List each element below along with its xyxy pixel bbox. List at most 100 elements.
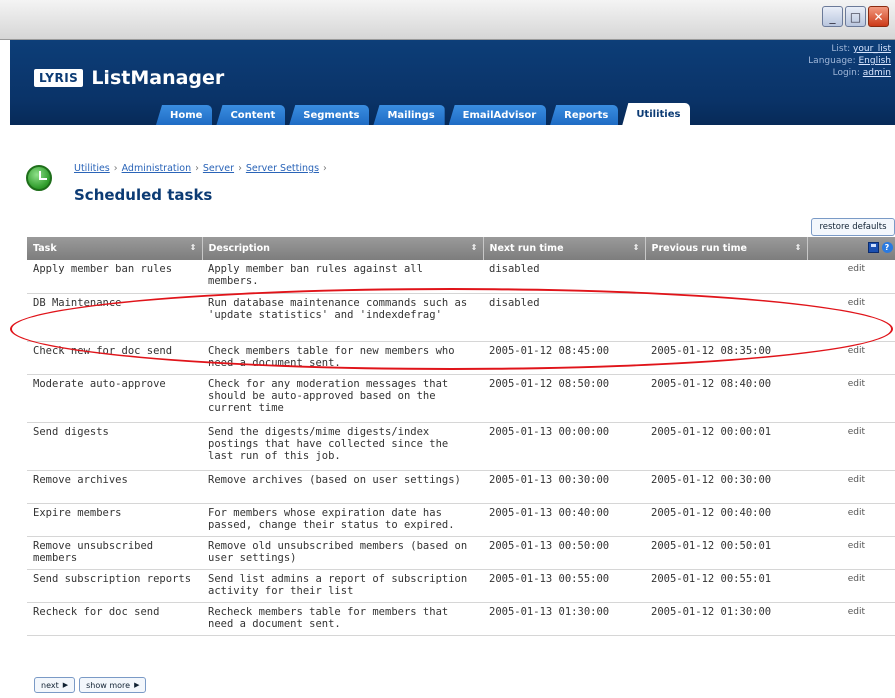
edit-link[interactable]: edit [848, 427, 865, 437]
task-name: Send subscription reports [27, 569, 202, 603]
window-controls: _ □ ✕ [822, 6, 889, 27]
next-run-time: 2005-01-13 00:00:00 [483, 422, 645, 471]
edit-cell: edit [807, 293, 895, 342]
column-header-task[interactable]: Task ⇕ [27, 237, 203, 260]
sort-icon[interactable]: ⇕ [633, 243, 640, 252]
table-row: Check new for doc send Check members tabl… [27, 341, 895, 375]
task-description: Recheck members table for members that n… [202, 602, 483, 636]
tab-reports[interactable]: Reports [550, 105, 619, 125]
task-description: Run database maintenance commands such a… [202, 293, 483, 342]
table-row: Remove unsubscribed members Remove old un… [27, 536, 895, 570]
app-header: LYRIS ListManager List: your_list Langua… [10, 40, 895, 125]
page-title: Scheduled tasks [74, 186, 213, 204]
tab-home[interactable]: Home [156, 105, 213, 125]
breadcrumb-administration[interactable]: Administration [122, 163, 192, 174]
app-logo: LYRIS ListManager [34, 67, 224, 89]
save-icon[interactable] [867, 242, 879, 253]
edit-cell: edit [807, 374, 895, 423]
next-run-time: 2005-01-13 00:50:00 [483, 536, 645, 570]
sort-icon[interactable]: ⇕ [190, 243, 197, 252]
task-description: Check members table for new members who … [202, 341, 483, 375]
previous-run-time: 2005-01-12 00:30:00 [645, 470, 807, 504]
maximize-button[interactable]: □ [845, 6, 866, 27]
tab-segments[interactable]: Segments [289, 105, 370, 125]
next-run-time: disabled [483, 260, 645, 294]
window-titlebar: _ □ ✕ [0, 0, 895, 40]
task-name: Expire members [27, 503, 202, 537]
task-description: Check for any moderation messages that s… [202, 374, 483, 423]
next-button[interactable]: next ▶ [34, 677, 76, 693]
task-description: Send list admins a report of subscriptio… [202, 569, 483, 603]
table-row: Expire members For members whose expirati… [27, 503, 895, 537]
breadcrumb-server[interactable]: Server [203, 163, 234, 174]
edit-link[interactable]: edit [848, 346, 865, 356]
previous-run-time [645, 293, 807, 342]
edit-cell: edit [807, 470, 895, 504]
tab-content[interactable]: Content [216, 105, 286, 125]
task-description: Remove archives (based on user settings) [202, 470, 483, 504]
previous-run-time: 2005-01-12 08:35:00 [645, 341, 807, 375]
table-row: Recheck for doc send Recheck members tabl… [27, 602, 895, 636]
edit-link[interactable]: edit [848, 298, 865, 308]
edit-link[interactable]: edit [848, 508, 865, 518]
task-description: Apply member ban rules against all membe… [202, 260, 483, 294]
sort-icon[interactable]: ⇕ [471, 243, 478, 252]
next-run-time: 2005-01-13 01:30:00 [483, 602, 645, 636]
sort-icon[interactable]: ⇕ [795, 243, 802, 252]
clock-icon [26, 165, 52, 191]
pagination: next ▶ show more ▶ [34, 677, 147, 693]
minimize-button[interactable]: _ [822, 6, 843, 27]
next-run-time: 2005-01-13 00:55:00 [483, 569, 645, 603]
task-name: Remove archives [27, 470, 202, 504]
table-row: Apply member ban rules Apply member ban r… [27, 260, 895, 294]
edit-link[interactable]: edit [848, 607, 865, 617]
task-name: Check new for doc send [27, 341, 202, 375]
edit-link[interactable]: edit [848, 574, 865, 584]
edit-link[interactable]: edit [848, 264, 865, 274]
edit-cell: edit [807, 260, 895, 294]
previous-run-time: 2005-01-12 00:55:01 [645, 569, 807, 603]
task-name: Remove unsubscribed members [27, 536, 202, 570]
next-run-time: 2005-01-12 08:50:00 [483, 374, 645, 423]
restore-defaults-button[interactable]: restore defaults [811, 218, 895, 236]
breadcrumb-server-settings[interactable]: Server Settings [246, 163, 319, 174]
language-label: Language: [808, 56, 856, 66]
account-info: List: your_list Language: English Login:… [808, 43, 891, 79]
next-run-time: disabled [483, 293, 645, 342]
edit-link[interactable]: edit [848, 475, 865, 485]
main-tabs: Home Content Segments Mailings EmailAdvi… [156, 103, 691, 125]
edit-cell: edit [807, 569, 895, 603]
help-icon[interactable]: ? [881, 242, 893, 253]
tab-emailadvisor[interactable]: EmailAdvisor [448, 105, 547, 125]
task-description: Remove old unsubscribed members (based o… [202, 536, 483, 570]
tab-utilities[interactable]: Utilities [622, 103, 691, 125]
list-label: List: [831, 44, 851, 54]
edit-link[interactable]: edit [848, 541, 865, 551]
task-name: Recheck for doc send [27, 602, 202, 636]
tab-mailings[interactable]: Mailings [373, 105, 445, 125]
list-link[interactable]: your_list [853, 44, 891, 54]
scheduled-tasks-table: Task ⇕ Description ⇕ Next run time ⇕ Previo… [27, 237, 895, 636]
show-more-button[interactable]: show more ▶ [79, 677, 147, 693]
edit-cell: edit [807, 503, 895, 537]
close-button[interactable]: ✕ [868, 6, 889, 27]
task-name: DB Maintenance [27, 293, 202, 342]
task-description: Send the digests/mime digests/index post… [202, 422, 483, 471]
edit-cell: edit [807, 602, 895, 636]
column-header-previous-run-time[interactable]: Previous run time ⇕ [645, 237, 808, 260]
next-run-time: 2005-01-13 00:40:00 [483, 503, 645, 537]
edit-cell: edit [807, 341, 895, 375]
login-link[interactable]: admin [863, 68, 891, 78]
column-header-next-run-time[interactable]: Next run time ⇕ [483, 237, 646, 260]
task-name: Apply member ban rules [27, 260, 202, 294]
table-row: Moderate auto-approve Check for any moder… [27, 374, 895, 423]
next-run-time: 2005-01-13 00:30:00 [483, 470, 645, 504]
breadcrumb: Utilities › Administration › Server › Server S… [74, 163, 327, 174]
previous-run-time [645, 260, 807, 294]
breadcrumb-utilities[interactable]: Utilities [74, 163, 110, 174]
task-name: Moderate auto-approve [27, 374, 202, 423]
language-link[interactable]: English [859, 56, 892, 66]
lyris-logo-badge: LYRIS [34, 69, 84, 87]
column-header-description[interactable]: Description ⇕ [202, 237, 484, 260]
edit-link[interactable]: edit [848, 379, 865, 389]
